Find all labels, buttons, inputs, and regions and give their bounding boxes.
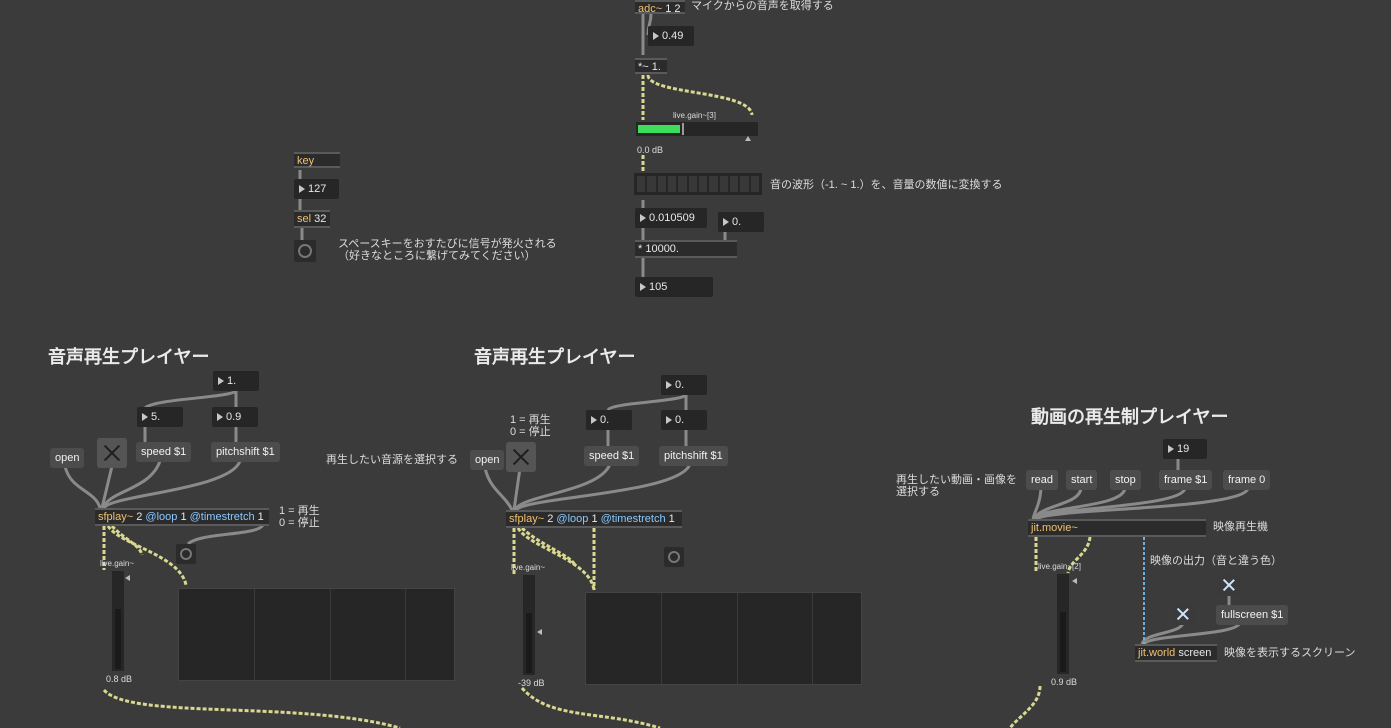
player2-title: 音声再生プレイヤー <box>474 347 636 367</box>
player1-play-toggle[interactable] <box>97 438 127 468</box>
live-gain-3-db: 0.0 dB <box>637 145 664 155</box>
gain-number-box[interactable]: 0.49 <box>648 26 694 46</box>
key-keyword: key <box>297 155 315 167</box>
video-title: 動画の再生制プレイヤー <box>1031 407 1229 427</box>
player2-open-button[interactable]: open <box>470 450 505 470</box>
meter-comment: 音の波形（-1. ~ 1.）を、音量の数値に変換する <box>770 179 1003 191</box>
world-toggle[interactable] <box>1172 603 1194 625</box>
adc-args: 1 2 <box>665 3 681 15</box>
live-gain-3-meter[interactable] <box>636 122 758 136</box>
video-gain-label: live.gain~[2] <box>1038 562 1081 571</box>
player1-end-bang[interactable] <box>176 544 196 564</box>
player2-top-number[interactable]: 0. <box>661 375 707 395</box>
video-select-comment: 再生したい動画・画像を 選択する <box>896 474 1017 498</box>
video-gain-slider[interactable] <box>1057 574 1069 674</box>
player1-open-button[interactable]: open <box>50 448 85 468</box>
video-start-button[interactable]: start <box>1066 470 1098 490</box>
movie-keyword: jit.movie~ <box>1031 522 1078 534</box>
player2-play-comment: 1 = 再生 0 = 停止 <box>510 414 551 438</box>
player2-end-bang[interactable] <box>664 547 684 567</box>
level-meter-segments <box>634 173 762 195</box>
mul-10000-object[interactable]: * 10000. <box>635 240 737 258</box>
player1-play-comment: 1 = 再生 0 = 停止 <box>279 505 320 529</box>
fullscreen-message[interactable]: fullscreen $1 <box>1216 605 1289 625</box>
player1-speed-message[interactable]: speed $1 <box>136 442 192 462</box>
fullscreen-toggle[interactable] <box>1218 574 1240 596</box>
sfplay-keyword: sfplay~ <box>98 511 134 523</box>
player2-pitch-number[interactable]: 0. <box>661 410 707 430</box>
adc-object[interactable]: adc~ 1 2 <box>635 0 685 15</box>
video-movie-object[interactable]: jit.movie~ <box>1028 519 1206 537</box>
sfplay-keyword: sfplay~ <box>509 513 545 525</box>
mul-object[interactable]: *~ 1. <box>635 58 667 74</box>
sfplay-attr: @timestretch <box>600 513 666 525</box>
sfplay-arg: 2 <box>136 511 143 523</box>
right-number-box[interactable]: 0. <box>718 212 764 232</box>
adc-keyword: adc~ <box>638 3 663 15</box>
player1-sfplay-object[interactable]: sfplay~ 2 @loop 1 @timestretch 1 <box>95 508 269 526</box>
player2-gain-handle-icon[interactable] <box>537 629 542 635</box>
player1-gain-db: 0.8 dB <box>106 674 133 684</box>
meter-value-number[interactable]: 0.010509 <box>635 208 707 228</box>
world-comment: 映像を表示するスクリーン <box>1224 647 1356 659</box>
sfplay-arg: 1 <box>591 513 598 525</box>
jit-world-object[interactable]: jit.world screen <box>1135 644 1217 662</box>
world-keyword: jit.world <box>1138 647 1176 659</box>
player1-pitch-message[interactable]: pitchshift $1 <box>211 442 280 462</box>
result-number-box[interactable]: 105 <box>635 277 713 297</box>
world-args: screen <box>1178 647 1212 659</box>
sfplay-arg: 1 <box>180 511 187 523</box>
video-output-comment: 映像の出力（音と違う色） <box>1150 555 1282 567</box>
sfplay-arg: 1 <box>668 513 675 525</box>
player2-pitch-message[interactable]: pitchshift $1 <box>659 446 728 466</box>
sel-keyword: sel <box>297 213 312 225</box>
player2-waveform-display[interactable] <box>585 592 862 685</box>
key-bang-button[interactable] <box>294 240 316 262</box>
player2-gain-label: live.gain~ <box>511 563 546 572</box>
sel-args: 32 <box>314 213 327 225</box>
sfplay-attr: @loop <box>145 511 178 523</box>
sfplay-arg: 2 <box>547 513 554 525</box>
sfplay-arg: 1 <box>257 511 264 523</box>
video-gain-handle-icon[interactable] <box>1072 578 1077 584</box>
key-comment: スペースキーをおすたびに信号が発火される （好きなところに繋げてみてください） <box>338 238 557 262</box>
player2-sfplay-object[interactable]: sfplay~ 2 @loop 1 @timestretch 1 <box>506 510 682 528</box>
player2-speed-message[interactable]: speed $1 <box>584 446 640 466</box>
player1-gain-handle-icon[interactable] <box>125 575 130 581</box>
adc-comment: マイクからの音声を取得する <box>691 0 834 12</box>
player1-title: 音声再生プレイヤー <box>48 347 210 367</box>
video-frame0-message[interactable]: frame 0 <box>1223 470 1271 490</box>
sel-object[interactable]: sel 32 <box>294 210 330 228</box>
player1-gain-slider[interactable] <box>112 571 124 671</box>
player2-play-toggle[interactable] <box>506 442 536 472</box>
player1-top-number[interactable]: 1. <box>213 371 259 391</box>
key-object[interactable]: key <box>294 152 340 168</box>
player2-gain-db: -39 dB <box>518 678 545 688</box>
sfplay-attr: @loop <box>556 513 589 525</box>
player2-gain-slider[interactable] <box>523 575 535 675</box>
player1-pitch-number[interactable]: 0.9 <box>212 407 258 427</box>
player1-gain-label: live.gain~ <box>100 559 135 568</box>
video-frame-number[interactable]: 19 <box>1163 439 1207 459</box>
player1-waveform-display[interactable] <box>178 588 455 681</box>
player2-speed-number[interactable]: 0. <box>586 410 632 430</box>
video-movie-comment: 映像再生機 <box>1213 521 1268 533</box>
player2-select-comment: 再生したい音源を選択する <box>326 454 458 466</box>
key-number-box[interactable]: 127 <box>294 179 339 199</box>
video-stop-button[interactable]: stop <box>1110 470 1141 490</box>
triangle-icon <box>745 136 751 141</box>
video-frame-message[interactable]: frame $1 <box>1159 470 1213 490</box>
video-read-button[interactable]: read <box>1026 470 1059 490</box>
sfplay-attr: @timestretch <box>189 511 255 523</box>
player1-speed-number[interactable]: 5. <box>137 407 183 427</box>
live-gain-3-label: live.gain~[3] <box>673 111 716 120</box>
video-gain-db: 0.9 dB <box>1051 677 1078 687</box>
